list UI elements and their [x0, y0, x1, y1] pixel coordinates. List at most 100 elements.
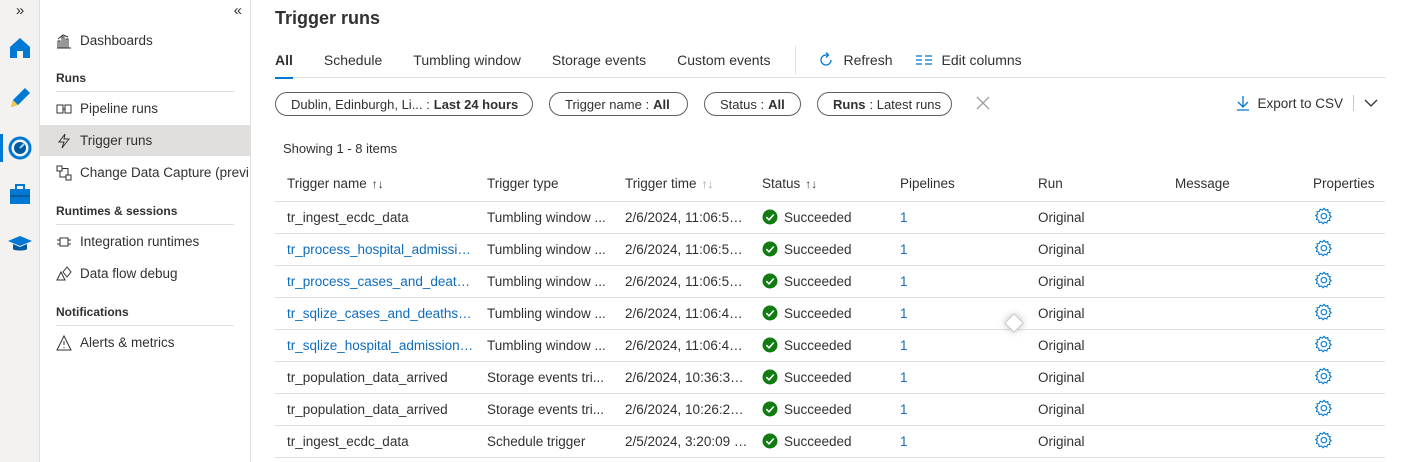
pipelines-link[interactable]: 1: [888, 329, 1026, 362]
message-cell: [1163, 425, 1301, 458]
home-icon[interactable]: [4, 32, 36, 64]
trigger-type-cell: Storage events tri...: [475, 361, 613, 394]
properties-cell: [1301, 361, 1385, 394]
properties-gear-icon[interactable]: [1314, 271, 1333, 292]
export-to-csv-button[interactable]: Export to CSV: [1236, 95, 1378, 111]
col-status[interactable]: Status ↑↓: [750, 167, 888, 202]
properties-cell: [1301, 393, 1385, 426]
edit-columns-label: Edit columns: [941, 52, 1022, 68]
tab-storage-events[interactable]: Storage events: [552, 43, 646, 78]
trigger-name-cell: tr_ingest_ecdc_data: [275, 201, 475, 234]
run-cell: Original: [1026, 297, 1163, 330]
status-filter-pill[interactable]: Status : All: [704, 92, 801, 116]
nav-item-integration-runtimes[interactable]: Integration runtimes: [40, 226, 250, 257]
monitor-icon[interactable]: [0, 132, 36, 164]
table-row[interactable]: tr_ingest_ecdc_data Tumbling window ... 2/…: [275, 201, 1385, 234]
chevron-down-icon[interactable]: [1364, 98, 1378, 108]
trigger-time-cell: 2/6/2024, 11:06:55 AM: [613, 201, 750, 234]
properties-gear-icon[interactable]: [1314, 367, 1333, 388]
properties-gear-icon[interactable]: [1314, 431, 1333, 452]
col-trigger-type[interactable]: Trigger type: [475, 167, 613, 202]
table-row[interactable]: tr_ingest_ecdc_data Schedule trigger 2/5/2…: [275, 425, 1385, 458]
edit-columns-button[interactable]: Edit columns: [915, 52, 1022, 68]
nav-item-alerts-metrics[interactable]: Alerts & metrics: [40, 327, 250, 358]
pipelines-link[interactable]: 1: [888, 393, 1026, 426]
nav-item-label: Dashboards: [80, 33, 153, 48]
expand-rail-button[interactable]: »: [0, 2, 40, 19]
success-check-icon: [762, 401, 778, 417]
trigger-type-cell: Tumbling window ...: [475, 329, 613, 362]
author-pencil-icon[interactable]: [4, 82, 36, 114]
status-text: Succeeded: [784, 209, 852, 225]
pipelines-link[interactable]: 1: [888, 265, 1026, 298]
tab-schedule[interactable]: Schedule: [324, 43, 382, 78]
properties-cell: [1301, 265, 1385, 298]
table-row[interactable]: tr_population_data_arrived Storage events…: [275, 361, 1385, 394]
tab-custom-events[interactable]: Custom events: [677, 43, 770, 78]
dashboard-icon: [56, 33, 72, 49]
trigger-name-cell[interactable]: tr_sqlize_hospital_admissions...: [275, 329, 475, 362]
monitor-nav-panel: « Dashboards Runs Pipeline runs Trigger …: [40, 0, 251, 462]
nav-item-label: Integration runtimes: [80, 234, 200, 249]
properties-cell: [1301, 297, 1385, 330]
col-trigger-name[interactable]: Trigger name ↑↓: [275, 167, 475, 202]
table-row[interactable]: tr_process_cases_and_deaths_... Tumbling …: [275, 265, 1385, 298]
refresh-button[interactable]: Refresh: [818, 52, 893, 68]
clear-filters-icon[interactable]: [975, 94, 991, 117]
trigger-name-filter-label: Trigger name :: [565, 96, 650, 112]
nav-item-change-data-capture[interactable]: Change Data Capture (previ: [40, 157, 250, 188]
runs-filter-pill[interactable]: Runs : Latest runs: [817, 92, 952, 116]
trigger-name-cell[interactable]: tr_sqlize_cases_and_deaths_d...: [275, 297, 475, 330]
run-cell: Original: [1026, 201, 1163, 234]
pipelines-link[interactable]: 1: [888, 425, 1026, 458]
status-text: Succeeded: [784, 433, 852, 449]
learning-center-icon[interactable]: [4, 228, 36, 260]
trigger-name-cell[interactable]: tr_process_hospital_admissio...: [275, 233, 475, 266]
trigger-time-cell: 2/6/2024, 11:06:50 AM: [613, 265, 750, 298]
status-text: Succeeded: [784, 305, 852, 321]
properties-gear-icon[interactable]: [1314, 207, 1333, 228]
timezone-filter-pill[interactable]: Dublin, Edinburgh, Li... : Last 24 hours: [275, 92, 533, 116]
sort-icon[interactable]: ↑↓: [702, 177, 714, 191]
status-cell: Succeeded: [750, 201, 888, 234]
nav-item-pipeline-runs[interactable]: Pipeline runs: [40, 93, 250, 124]
pipelines-link[interactable]: 1: [888, 233, 1026, 266]
tab-tumbling-window[interactable]: Tumbling window: [413, 43, 521, 78]
timezone-filter-label: Dublin, Edinburgh, Li... :: [291, 96, 430, 112]
trigger-name-cell[interactable]: tr_process_cases_and_deaths_...: [275, 265, 475, 298]
run-cell: Original: [1026, 265, 1163, 298]
items-count: Showing 1 - 8 items: [283, 141, 398, 156]
table-row[interactable]: tr_sqlize_cases_and_deaths_d... Tumbling …: [275, 297, 1385, 330]
manage-toolbox-icon[interactable]: [4, 179, 36, 211]
runs-filter-label: Runs: [833, 96, 866, 112]
pipelines-link[interactable]: 1: [888, 361, 1026, 394]
nav-item-trigger-runs[interactable]: Trigger runs: [40, 125, 250, 156]
table-row[interactable]: tr_process_hospital_admissio... Tumbling …: [275, 233, 1385, 266]
sort-icon[interactable]: ↑↓: [805, 177, 817, 191]
trigger-name-filter-pill[interactable]: Trigger name : All: [549, 92, 688, 116]
properties-gear-icon[interactable]: [1314, 399, 1333, 420]
nav-item-data-flow-debug[interactable]: Data flow debug: [40, 258, 250, 289]
col-properties: Properties: [1301, 167, 1385, 202]
message-cell: [1163, 297, 1301, 330]
status-cell: Succeeded: [750, 233, 888, 266]
table-row[interactable]: tr_sqlize_hospital_admissions... Tumbling…: [275, 329, 1385, 362]
properties-cell: [1301, 233, 1385, 266]
table-row[interactable]: tr_population_data_arrived Storage events…: [275, 393, 1385, 426]
properties-gear-icon[interactable]: [1314, 303, 1333, 324]
tab-all[interactable]: All: [275, 43, 293, 79]
refresh-label: Refresh: [843, 52, 893, 68]
table-body: tr_ingest_ecdc_data Tumbling window ... 2/…: [275, 201, 1385, 458]
filter-bar: Dublin, Edinburgh, Li... : Last 24 hours…: [275, 92, 1386, 116]
nav-item-label: Change Data Capture (previ: [80, 165, 249, 180]
properties-gear-icon[interactable]: [1314, 335, 1333, 356]
pipelines-link[interactable]: 1: [888, 201, 1026, 234]
success-check-icon: [762, 241, 778, 257]
toolbar-divider: [795, 46, 797, 74]
trigger-type-cell: Tumbling window ...: [475, 201, 613, 234]
sort-icon[interactable]: ↑↓: [372, 177, 384, 191]
collapse-nav-button[interactable]: «: [234, 2, 242, 19]
nav-item-dashboards[interactable]: Dashboards: [40, 25, 250, 56]
properties-gear-icon[interactable]: [1314, 239, 1333, 260]
col-trigger-time[interactable]: Trigger time ↑↓: [613, 167, 750, 202]
